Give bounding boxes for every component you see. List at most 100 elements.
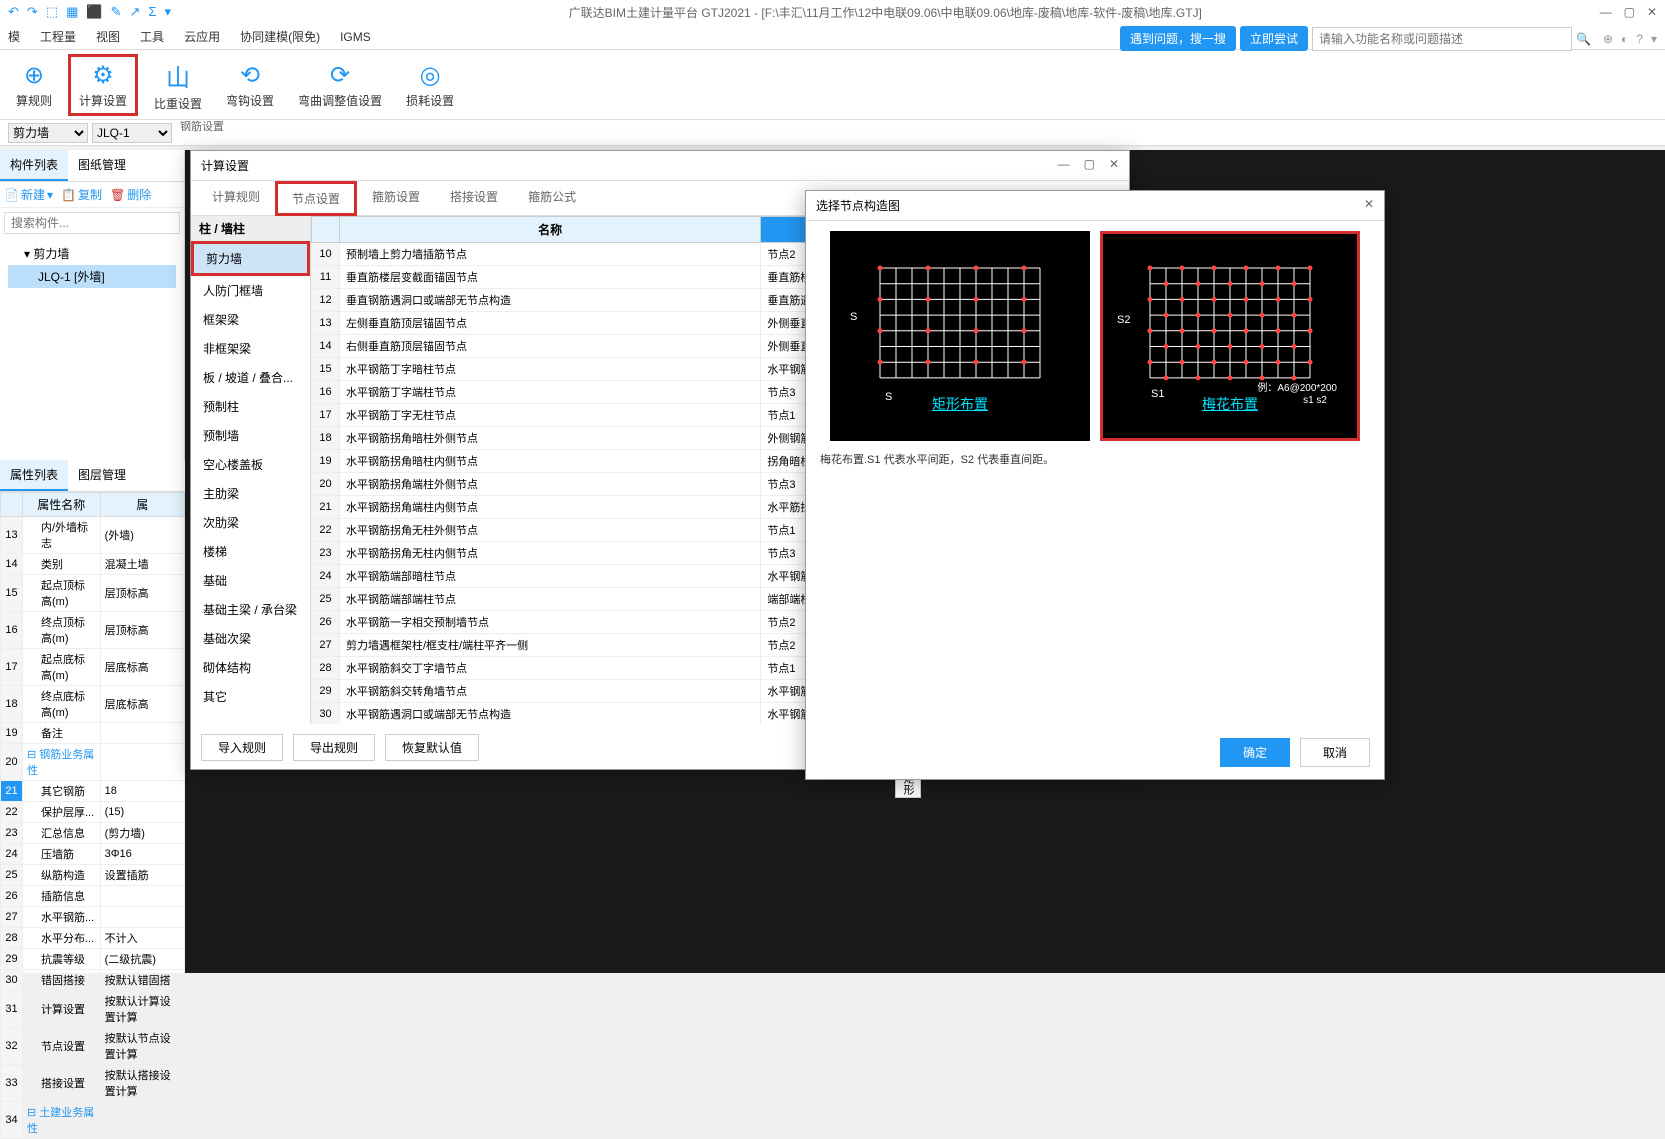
category-item[interactable]: 板 / 坡道 / 叠合... <box>191 363 310 392</box>
category-item[interactable]: 主肋梁 <box>191 479 310 508</box>
category-item[interactable]: 基础 <box>191 566 310 595</box>
menu-item[interactable]: IGMS <box>340 30 371 44</box>
qat-icon[interactable]: ▦ <box>66 4 78 20</box>
prop-value[interactable] <box>100 1102 184 1139</box>
tab-properties[interactable]: 属性列表 <box>0 460 68 491</box>
tab-component-list[interactable]: 构件列表 <box>0 150 68 181</box>
rule-name[interactable]: 预制墙上剪力墙插筋节点 <box>340 243 761 266</box>
search-icon[interactable]: 🔍 <box>1576 32 1591 46</box>
prop-value[interactable]: (外墙) <box>100 517 184 554</box>
ribbon-比重设置[interactable]: 山比重设置 <box>146 54 210 116</box>
dialog-tab[interactable]: 箍筋公式 <box>513 181 591 215</box>
qat-icon[interactable]: ✎ <box>111 4 122 20</box>
prop-value[interactable] <box>100 886 184 907</box>
menu-item[interactable]: 工程量 <box>40 28 76 45</box>
settings-icon[interactable]: ◐ <box>1621 32 1628 46</box>
prop-value[interactable]: 不计入 <box>100 928 184 949</box>
prop-value[interactable]: 18 <box>100 781 184 802</box>
rule-name[interactable]: 水平钢筋一字相交预制墙节点 <box>340 611 761 634</box>
component-search-input[interactable] <box>4 212 180 234</box>
export-rules-button[interactable]: 导出规则 <box>293 734 375 761</box>
try-now-button[interactable]: 立即尝试 <box>1240 26 1308 51</box>
dialog-tab[interactable]: 搭接设置 <box>435 181 513 215</box>
import-rules-button[interactable]: 导入规则 <box>201 734 283 761</box>
category-item[interactable]: 非框架梁 <box>191 334 310 363</box>
option-plum-layout[interactable]: S2 S1 例：A6@200*200 s1 s2 梅花布置 <box>1100 231 1360 441</box>
menu-item[interactable]: 模 <box>8 28 20 45</box>
help-icon[interactable]: ? <box>1636 32 1643 46</box>
tree-root[interactable]: ▾ 剪力墙 <box>8 242 176 265</box>
prop-value[interactable] <box>100 744 184 781</box>
rule-name[interactable]: 水平钢筋斜交转角墙节点 <box>340 680 761 703</box>
qat-icon[interactable]: ↶ <box>8 4 19 20</box>
ribbon-计算设置[interactable]: ⚙计算设置 <box>68 54 138 116</box>
category-item[interactable]: 预制墙 <box>191 421 310 450</box>
category-item[interactable]: 预制柱 <box>191 392 310 421</box>
prop-value[interactable]: (二级抗震) <box>100 949 184 970</box>
rule-name[interactable]: 水平钢筋拐角端柱内侧节点 <box>340 496 761 519</box>
dropdown-icon[interactable]: ▾ <box>1651 32 1657 46</box>
category-item[interactable]: 其它 <box>191 682 310 711</box>
category-item[interactable]: 空心楼盖板 <box>191 450 310 479</box>
qat-icon[interactable]: ↗ <box>130 4 141 20</box>
new-button[interactable]: 📄 新建 ▾ <box>4 186 53 203</box>
ribbon-弯曲调整值设置[interactable]: ⟳弯曲调整值设置 <box>290 57 390 113</box>
prop-value[interactable]: 按默认计算设置计算 <box>100 991 184 1028</box>
tab-drawing-manage[interactable]: 图纸管理 <box>68 150 136 181</box>
ribbon-损耗设置[interactable]: ◎损耗设置 <box>398 57 462 113</box>
menu-item[interactable]: 云应用 <box>184 28 220 45</box>
menu-item[interactable]: 工具 <box>140 28 164 45</box>
globe-icon[interactable]: ⊕ <box>1603 32 1613 46</box>
prop-value[interactable] <box>100 723 184 744</box>
category-item[interactable]: 砌体结构 <box>191 653 310 682</box>
rule-name[interactable]: 垂直钢筋遇洞口或端部无节点构造 <box>340 289 761 312</box>
qat-icon[interactable]: ⬛ <box>86 4 102 20</box>
prop-value[interactable]: 层顶标高 <box>100 612 184 649</box>
search-hint-button[interactable]: 遇到问题，搜一搜 <box>1120 26 1236 51</box>
prop-value[interactable]: 3Φ16 <box>100 844 184 865</box>
dialog-tab[interactable]: 箍筋设置 <box>357 181 435 215</box>
prop-value[interactable]: 设置插筋 <box>100 865 184 886</box>
dialog-tab[interactable]: 计算规则 <box>197 181 275 215</box>
rule-name[interactable]: 水平钢筋丁字暗柱节点 <box>340 358 761 381</box>
close-icon[interactable]: ✕ <box>1364 197 1374 214</box>
rule-name[interactable]: 水平钢筋端部暗柱节点 <box>340 565 761 588</box>
prop-value[interactable]: 层顶标高 <box>100 575 184 612</box>
maximize-icon[interactable]: ▢ <box>1624 5 1635 19</box>
rule-name[interactable]: 水平钢筋端部端柱节点 <box>340 588 761 611</box>
cancel-button[interactable]: 取消 <box>1300 738 1370 767</box>
prop-value[interactable]: (剪力墙) <box>100 823 184 844</box>
rule-name[interactable]: 水平钢筋拐角端柱外侧节点 <box>340 473 761 496</box>
function-search-input[interactable] <box>1312 27 1572 51</box>
rule-name[interactable]: 水平钢筋遇洞口或端部无节点构造 <box>340 703 761 725</box>
rule-name[interactable]: 剪力墙遇框架柱/框支柱/端柱平齐一侧 <box>340 634 761 657</box>
rule-name[interactable]: 水平钢筋丁字无柱节点 <box>340 404 761 427</box>
component-type-select[interactable]: 剪力墙 <box>8 123 88 143</box>
rule-name[interactable]: 水平钢筋拐角无柱外侧节点 <box>340 519 761 542</box>
component-instance-select[interactable]: JLQ-1 <box>92 123 172 143</box>
qat-icon[interactable]: ⬚ <box>46 4 58 20</box>
qat-icon[interactable]: ↷ <box>27 4 38 20</box>
rule-name[interactable]: 右侧垂直筋顶层锚固节点 <box>340 335 761 358</box>
prop-value[interactable]: 混凝土墙 <box>100 554 184 575</box>
delete-button[interactable]: 🗑 删除 <box>110 186 151 203</box>
prop-value[interactable]: 层底标高 <box>100 686 184 723</box>
tree-child[interactable]: JLQ-1 [外墙] <box>8 265 176 288</box>
rule-name[interactable]: 水平钢筋拐角暗柱外侧节点 <box>340 427 761 450</box>
close-icon[interactable]: ✕ <box>1109 157 1119 174</box>
copy-button[interactable]: 📋 复制 <box>61 186 102 203</box>
ribbon-弯钩设置[interactable]: ⟲弯钩设置 <box>218 57 282 113</box>
ribbon-算规则[interactable]: ⊕算规则 <box>8 57 60 113</box>
prop-value[interactable]: 按默认节点设置计算 <box>100 1028 184 1065</box>
category-item[interactable]: 基础次梁 <box>191 624 310 653</box>
reset-defaults-button[interactable]: 恢复默认值 <box>385 734 479 761</box>
option-rect-layout[interactable]: S S 矩形布置 <box>830 231 1090 441</box>
menu-item[interactable]: 视图 <box>96 28 120 45</box>
category-item[interactable]: 框架梁 <box>191 305 310 334</box>
menu-item[interactable]: 协同建模(限免) <box>240 28 320 45</box>
prop-value[interactable] <box>100 907 184 928</box>
prop-value[interactable]: 按默认搭接设置计算 <box>100 1065 184 1102</box>
minimize-icon[interactable]: — <box>1600 5 1612 19</box>
rule-name[interactable]: 水平钢筋拐角暗柱内侧节点 <box>340 450 761 473</box>
prop-value[interactable]: (15) <box>100 802 184 823</box>
